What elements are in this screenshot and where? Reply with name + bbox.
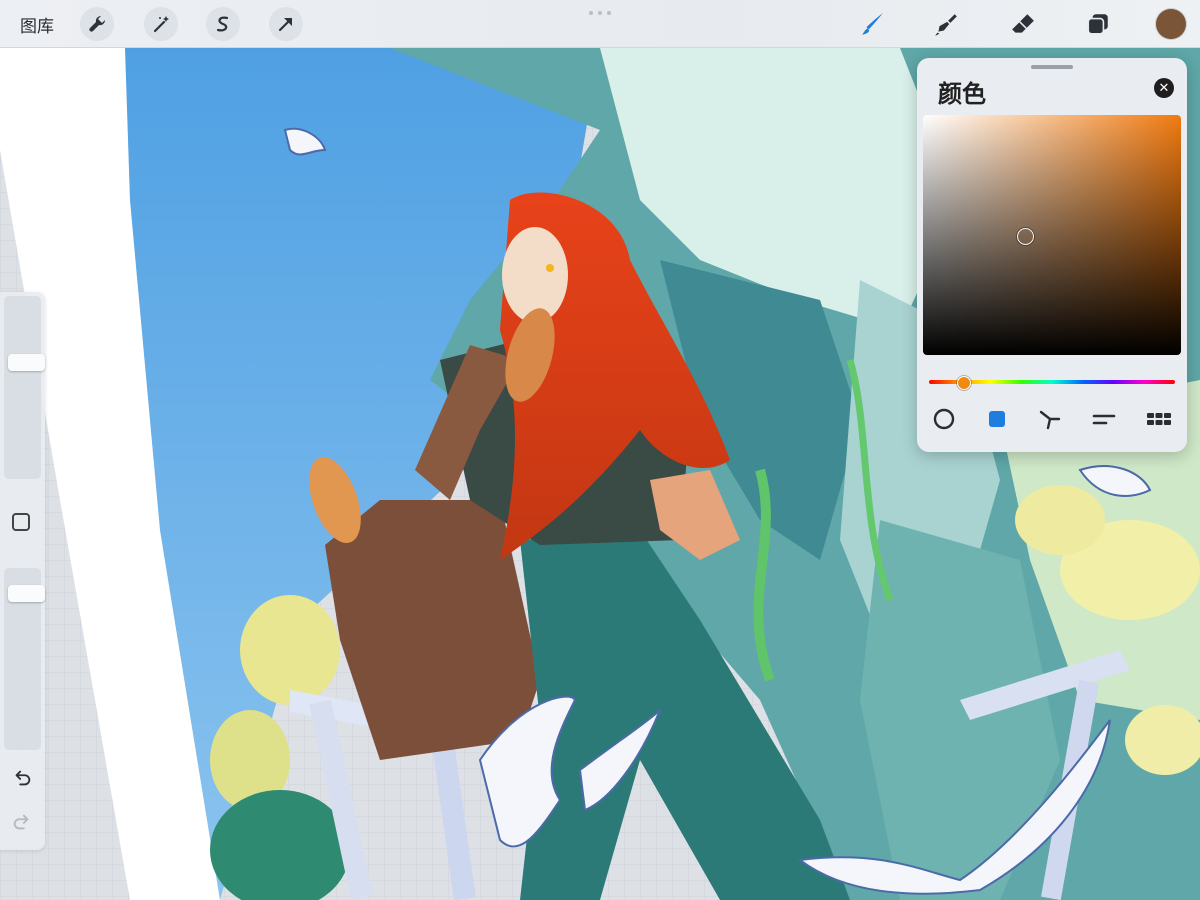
brush-size-slider[interactable] bbox=[4, 296, 45, 479]
eraser-icon[interactable] bbox=[1007, 8, 1039, 40]
magic-wand-icon[interactable] bbox=[144, 7, 178, 41]
layers-icon[interactable] bbox=[1082, 8, 1114, 40]
color-panel: 颜色 ✕ bbox=[917, 58, 1187, 452]
brush-size-thumb[interactable] bbox=[8, 354, 45, 371]
brush-icon[interactable] bbox=[857, 8, 889, 40]
selection-icon[interactable] bbox=[206, 7, 240, 41]
panel-grabber[interactable] bbox=[1031, 65, 1073, 69]
drag-handle-icon bbox=[589, 11, 611, 15]
modify-button[interactable] bbox=[12, 513, 30, 531]
opacity-thumb[interactable] bbox=[8, 585, 45, 602]
harmony-icon[interactable] bbox=[1037, 407, 1063, 431]
close-button[interactable]: ✕ bbox=[1154, 78, 1174, 98]
opacity-slider[interactable] bbox=[4, 568, 45, 750]
gallery-button[interactable]: 图库 bbox=[20, 12, 54, 37]
top-toolbar: 图库 bbox=[0, 0, 1200, 48]
classic-square-icon[interactable] bbox=[984, 407, 1010, 431]
current-color-swatch[interactable] bbox=[1156, 9, 1186, 39]
hue-slider[interactable] bbox=[929, 376, 1175, 390]
transform-arrow-icon[interactable] bbox=[269, 7, 303, 41]
value-sliders-icon[interactable] bbox=[1091, 407, 1117, 431]
undo-icon[interactable] bbox=[10, 766, 34, 790]
wrench-icon[interactable] bbox=[80, 7, 114, 41]
hue-thumb[interactable] bbox=[957, 376, 971, 390]
smudge-icon[interactable] bbox=[930, 8, 962, 40]
redo-icon[interactable] bbox=[10, 810, 34, 834]
palettes-icon[interactable] bbox=[1146, 407, 1172, 431]
color-picker-handle[interactable] bbox=[1017, 228, 1034, 245]
saturation-brightness-field[interactable] bbox=[923, 115, 1181, 355]
panel-title: 颜色 bbox=[938, 80, 986, 108]
left-sidebar bbox=[0, 292, 45, 850]
disc-icon[interactable] bbox=[931, 407, 957, 431]
